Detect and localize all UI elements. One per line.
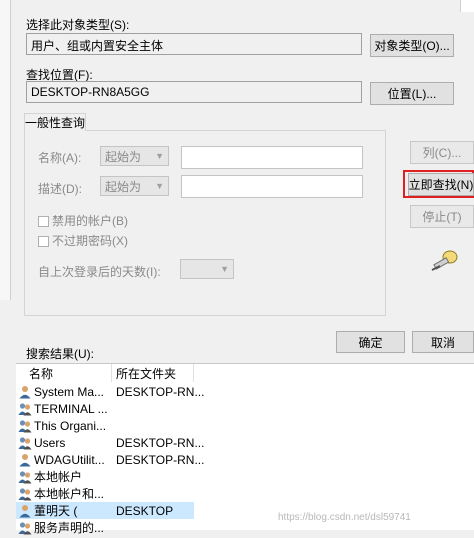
stop-button[interactable]: 停止(T) — [410, 205, 474, 228]
result-name: 本地帐户和... — [34, 487, 105, 501]
result-name: System Ma... — [34, 384, 105, 399]
non-expiring-label: 不过期密码(X) — [52, 234, 128, 248]
window-left-edge — [0, 0, 11, 300]
result-folder: DESKTOP-RN... — [116, 384, 205, 399]
result-row[interactable]: 服务声明的... — [16, 519, 194, 536]
result-row[interactable]: System Ma... DESKTOP-RN... — [16, 383, 204, 400]
result-row[interactable]: This Organi... — [16, 417, 194, 434]
result-folder: DESKTOP-RN... — [116, 452, 205, 467]
group-icon — [18, 487, 32, 501]
user-icon — [18, 453, 32, 467]
ok-button[interactable]: 确定 — [336, 331, 405, 353]
name-mode-select[interactable]: 起始为 ▼ — [100, 146, 169, 166]
description-input[interactable] — [181, 175, 363, 198]
description-mode-select[interactable]: 起始为 ▼ — [100, 176, 169, 196]
result-name: 本地帐户 — [34, 470, 83, 484]
window-top-right-edge — [460, 0, 474, 12]
result-name: WDAGUtilit... — [34, 452, 105, 467]
location-field: DESKTOP-RN8A5GG — [26, 81, 362, 103]
name-label: 名称(A): — [38, 151, 82, 165]
object-types-button[interactable]: 对象类型(O)... — [370, 34, 454, 57]
search-results-list[interactable]: 名称 所在文件夹 System Ma... DESKTOP-RN... TERMIN… — [16, 363, 474, 535]
result-row[interactable]: WDAGUtilit... DESKTOP-RN... — [16, 451, 204, 468]
days-since-logon-select[interactable]: ▼ — [180, 259, 234, 279]
group-icon — [18, 402, 32, 416]
description-mode-value: 起始为 — [105, 179, 142, 194]
name-mode-value: 起始为 — [105, 149, 142, 164]
result-name: 服务声明的... — [34, 521, 105, 535]
result-name: TERMINAL ... — [34, 401, 108, 416]
group-icon — [18, 419, 32, 433]
result-folder: DESKTOP — [116, 503, 174, 518]
group-icon — [18, 470, 32, 484]
cancel-button[interactable]: 取消 — [412, 331, 474, 353]
locations-button[interactable]: 位置(L)... — [370, 82, 454, 105]
disabled-accounts-option[interactable]: 禁用的帐户(B) — [38, 212, 128, 229]
tab-label: 一般性查询 — [25, 116, 86, 130]
chevron-down-icon: ▼ — [155, 181, 164, 191]
disabled-accounts-label: 禁用的帐户(B) — [52, 214, 128, 228]
watermark-text: https://blog.csdn.net/dsl59741 — [278, 512, 411, 523]
result-row[interactable]: Users DESKTOP-RN... — [16, 434, 204, 451]
result-folder: DESKTOP-RN... — [116, 435, 205, 450]
result-row[interactable]: 董明天 ( DESKTOP — [16, 502, 194, 519]
disabled-accounts-checkbox[interactable] — [38, 216, 49, 228]
result-row[interactable]: 本地帐户 — [16, 468, 194, 485]
tab-general-queries[interactable]: 一般性查询 — [24, 113, 86, 131]
description-label: 描述(D): — [38, 182, 82, 196]
column-header-name-label: 名称 — [29, 366, 54, 381]
non-expiring-checkbox[interactable] — [38, 236, 49, 248]
result-name: This Organi... — [34, 418, 107, 433]
result-name: Users — [34, 435, 66, 450]
result-row[interactable]: 本地帐户和... — [16, 485, 194, 502]
columns-button[interactable]: 列(C)... — [410, 141, 474, 164]
column-header-folder-label: 所在文件夹 — [116, 366, 177, 381]
result-row[interactable]: TERMINAL ... — [16, 400, 194, 417]
days-since-logon-label: 自上次登录后的天数(I): — [38, 265, 161, 279]
non-expiring-option[interactable]: 不过期密码(X) — [38, 232, 128, 249]
group-icon — [18, 436, 32, 450]
result-name: 董明天 ( — [34, 504, 78, 518]
column-header-folder[interactable]: 所在文件夹 — [112, 364, 194, 382]
find-now-button[interactable]: 立即查找(N) — [408, 173, 474, 196]
user-icon — [18, 504, 32, 518]
search-animation-icon — [430, 248, 460, 272]
chevron-down-icon: ▼ — [220, 264, 229, 274]
group-icon — [18, 521, 32, 535]
object-type-field: 用户、组或内置安全主体 — [26, 33, 362, 55]
user-icon — [18, 385, 32, 399]
name-input[interactable] — [181, 146, 363, 169]
column-header-name[interactable]: 名称 — [16, 364, 112, 382]
object-type-label: 选择此对象类型(S): — [26, 18, 130, 32]
chevron-down-icon: ▼ — [155, 151, 164, 161]
search-results-label: 搜索结果(U): — [26, 347, 94, 361]
